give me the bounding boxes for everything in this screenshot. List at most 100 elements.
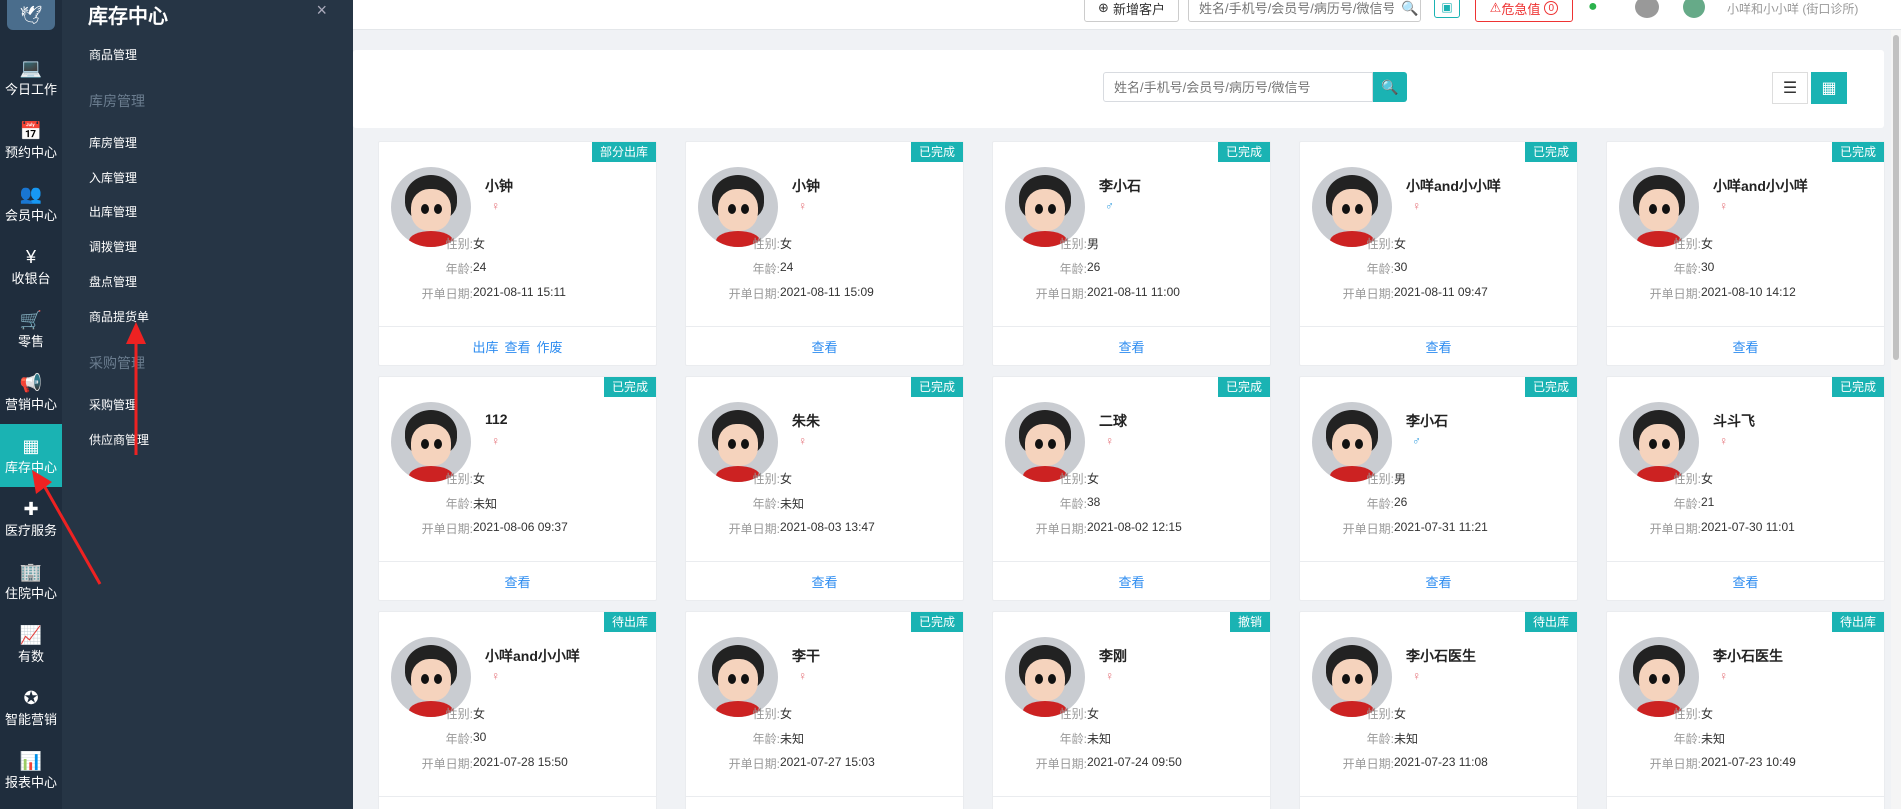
rail-item-4[interactable]: 🛒 零售 [0,298,62,361]
order-card[interactable]: 撤销 李刚 ♀ 性别: 女 年龄: 未知 开单日期: 2021-07-24 09… [992,611,1271,809]
order-card[interactable]: 已完成 李小石 ♂ 性别: 男 年龄: 26 开单日期: 2021-08-11 … [992,141,1271,366]
order-card[interactable]: 已完成 小钟 ♀ 性别: 女 年龄: 24 开单日期: 2021-08-11 1… [685,141,964,366]
date-value: 2021-07-23 10:49 [1701,755,1796,769]
user-name[interactable]: 小咩和小小咩 (街口诊所) [1727,0,1858,17]
list-search-input[interactable] [1103,72,1373,102]
gender-value: 男 [1087,237,1100,251]
date-value: 2021-07-27 15:03 [780,755,875,769]
grid-view-button[interactable]: ▦ [1811,72,1847,104]
user-group-icon[interactable] [1635,0,1659,18]
rail-item-10[interactable]: ✪ 智能营销 [0,676,62,739]
order-card[interactable]: 已完成 李干 ♀ 性别: 女 年龄: 未知 开单日期: 2021-07-27 1… [685,611,964,809]
list-search-button[interactable]: 🔍 [1373,72,1407,102]
card-action-link[interactable]: 查看 [1118,572,1144,591]
menu-outbound-management[interactable]: 出库管理 [89,203,137,220]
menu-supplier-management[interactable]: 供应商管理 [89,431,149,448]
rail-item-label: 医疗服务 [4,523,57,538]
rail-item-label: 库存中心 [4,460,57,475]
customer-name: 斗斗飞 [1713,413,1755,429]
menu-purchase-management[interactable]: 采购管理 [89,396,137,413]
id-card-icon[interactable]: ▣ [1434,0,1460,18]
age-value: 30 [473,730,487,744]
gender-icon: ♀ [1719,199,1728,213]
rail-item-1[interactable]: 📅 预约中心 [0,109,62,172]
date-value: 2021-08-11 15:11 [473,285,566,299]
order-card[interactable]: 已完成 斗斗飞 ♀ 性别: 女 年龄: 21 开单日期: 2021-07-30 … [1606,376,1885,601]
grid-icon: ▦ [1821,80,1837,97]
date-label: 开单日期: [421,757,473,771]
card-action-link[interactable]: 查看 [504,572,530,591]
menu-goods-pickup[interactable]: 商品提货单 [89,308,149,325]
page-scrollbar[interactable] [1891,30,1901,809]
rail-item-3[interactable]: ¥ 收银台 [0,235,62,298]
menu-warehouse-management[interactable]: 库房管理 [89,134,137,151]
gender-label: 性别: [1673,707,1701,721]
rail-item-6[interactable]: ▦ 库存中心 [0,424,62,487]
order-card[interactable]: 待出库 李小石医生 ♀ 性别: 女 年龄: 未知 开单日期: 2021-07-2… [1606,611,1885,809]
card-action-link[interactable]: 查看 [811,572,837,591]
card-action-link[interactable]: 查看 [1425,337,1451,356]
customer-name: 李小石医生 [1406,648,1476,664]
menu-transfer-management[interactable]: 调拨管理 [89,238,137,255]
date-value: 2021-08-03 13:47 [780,520,875,534]
search-icon[interactable]: 🔍 [1401,0,1418,17]
menu-goods-management[interactable]: 商品管理 [89,46,137,63]
close-icon[interactable]: × [316,0,327,21]
menu-group-purchase: 采购管理 [89,355,145,371]
status-badge: 已完成 [1831,377,1884,397]
card-actions [993,796,1270,809]
critical-value-button[interactable]: ⚠ 危急值 0 [1475,0,1573,22]
order-card[interactable]: 部分出库 小钟 ♀ 性别: 女 年龄: 24 开单日期: 2021-08-11 … [378,141,657,366]
new-customer-button[interactable]: ⊕ 新增客户 [1084,0,1179,22]
order-card[interactable]: 已完成 朱朱 ♀ 性别: 女 年龄: 未知 开单日期: 2021-08-03 1… [685,376,964,601]
card-action-link[interactable]: 作废 [537,337,563,356]
rail-item-5[interactable]: 📢 营销中心 [0,361,62,424]
medkit-icon: ✚ [23,499,39,519]
status-badge: 待出库 [1524,612,1577,632]
order-card[interactable]: 待出库 李小石医生 ♀ 性别: 女 年龄: 未知 开单日期: 2021-07-2… [1299,611,1578,809]
menu-inbound-management[interactable]: 入库管理 [89,169,137,186]
laptop-icon: 💻 [19,58,43,78]
age-label: 年龄: [445,262,473,276]
card-action-link[interactable]: 查看 [1118,337,1144,356]
age-label: 年龄: [1366,497,1394,511]
warning-icon: ⚠ [1489,0,1502,15]
age-value: 30 [1394,260,1408,274]
card-action-link[interactable]: 查看 [504,337,530,356]
global-search-input[interactable] [1188,0,1421,22]
scrollbar-thumb[interactable] [1893,35,1899,360]
rail-item-0[interactable]: 💻 今日工作 [0,46,62,109]
order-card[interactable]: 已完成 李小石 ♂ 性别: 男 年龄: 26 开单日期: 2021-07-31 … [1299,376,1578,601]
new-customer-label: 新增客户 [1112,1,1165,17]
age-value: 未知 [780,497,805,511]
date-value: 2021-08-11 09:47 [1394,285,1488,299]
rail-item-8[interactable]: 🏢 住院中心 [0,550,62,613]
list-view-button[interactable]: ☰ [1772,72,1808,104]
rail-item-9[interactable]: 📈 有数 [0,613,62,676]
menu-inventory-management[interactable]: 盘点管理 [89,273,137,290]
gender-value: 女 [473,707,486,721]
customer-name: 李小石 [1406,413,1448,429]
wechat-icon[interactable]: ● [1588,0,1598,16]
customer-name: 李刚 [1099,648,1127,664]
gender-value: 女 [1087,707,1100,721]
user-avatar[interactable] [1683,0,1705,18]
order-card[interactable]: 已完成 二球 ♀ 性别: 女 年龄: 38 开单日期: 2021-08-02 1… [992,376,1271,601]
status-badge: 已完成 [1217,377,1270,397]
card-action-link[interactable]: 出库 [472,337,498,356]
order-card[interactable]: 已完成 112 ♀ 性别: 女 年龄: 未知 开单日期: 2021-08-06 … [378,376,657,601]
logo: 🕊 [7,0,55,30]
rail-item-2[interactable]: 👥 会员中心 [0,172,62,235]
order-card[interactable]: 已完成 小咩and小小咩 ♀ 性别: 女 年龄: 30 开单日期: 2021-0… [1606,141,1885,366]
card-action-link[interactable]: 查看 [1732,572,1758,591]
card-action-link[interactable]: 查看 [811,337,837,356]
order-card[interactable]: 已完成 小咩and小小咩 ♀ 性别: 女 年龄: 30 开单日期: 2021-0… [1299,141,1578,366]
rail-item-11[interactable]: 📊 报表中心 [0,739,62,802]
card-action-link[interactable]: 查看 [1732,337,1758,356]
order-card[interactable]: 待出库 小咩and小小咩 ♀ 性别: 女 年龄: 30 开单日期: 2021-0… [378,611,657,809]
date-label: 开单日期: [1035,287,1087,301]
rail-item-7[interactable]: ✚ 医疗服务 [0,487,62,550]
card-action-link[interactable]: 查看 [1425,572,1451,591]
date-label: 开单日期: [1649,757,1701,771]
gender-label: 性别: [1059,707,1087,721]
